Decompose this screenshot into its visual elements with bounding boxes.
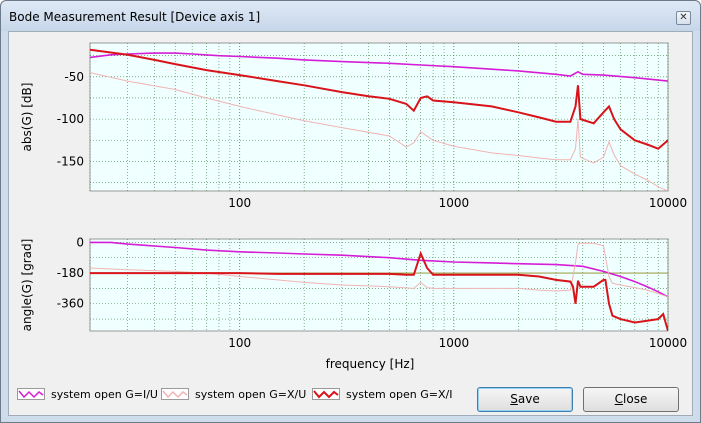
x-tick-label: 1000 xyxy=(439,336,470,350)
window-close-button[interactable]: ✕ xyxy=(676,11,691,25)
phase-y-axis-label: angle(G) [grad] xyxy=(20,239,34,332)
legend-swatch-icon xyxy=(161,388,189,400)
magnitude-y-axis-label: abs(G) [dB] xyxy=(20,83,34,152)
save-label-rest: ave xyxy=(517,392,540,406)
magnitude-plot: -50 -100 -150 100 1000 10000 abs(G) [dB] xyxy=(20,42,687,210)
save-accelerator: S xyxy=(510,392,518,406)
phase-x-ticks: 100 1000 10000 xyxy=(228,336,687,350)
close-label-rest: lose xyxy=(623,392,648,406)
phase-plot-area xyxy=(89,238,669,332)
magnitude-x-ticks: 100 1000 10000 xyxy=(228,196,687,210)
legend-swatch-icon xyxy=(312,388,340,400)
legend-label: system open G=X/I xyxy=(346,388,453,401)
legend-swatch-icon xyxy=(17,388,45,400)
bode-plots: -50 -100 -150 100 1000 10000 abs(G) [dB]… xyxy=(20,42,687,371)
y-tick-label: 0 xyxy=(76,235,84,249)
x-tick-label: 100 xyxy=(228,196,251,210)
x-tick-label: 10000 xyxy=(649,196,687,210)
x-tick-label: 1000 xyxy=(439,196,470,210)
title-bar[interactable]: Bode Measurement Result [Device axis 1] … xyxy=(1,1,700,31)
legend-label: system open G=X/U xyxy=(195,388,307,401)
phase-y-ticks: 0 -180 -360 xyxy=(57,235,84,310)
close-accelerator: C xyxy=(614,392,624,406)
legend-label: system open G=I/U xyxy=(51,388,158,401)
phase-plot: 0 -180 -360 100 1000 10000 angle(G) [gra… xyxy=(20,235,687,371)
bode-result-window: Bode Measurement Result [Device axis 1] … xyxy=(0,0,701,423)
y-tick-label: -360 xyxy=(57,297,84,311)
y-tick-label: -180 xyxy=(57,266,84,280)
save-button[interactable]: Save xyxy=(477,387,573,412)
frequency-axis-label: frequency [Hz] xyxy=(326,357,415,371)
x-tick-label: 100 xyxy=(228,336,251,350)
legend: system open G=I/U system open G=X/U syst… xyxy=(9,372,694,417)
close-button[interactable]: Close xyxy=(583,387,679,412)
y-tick-label: -100 xyxy=(57,112,84,126)
y-tick-label: -150 xyxy=(57,154,84,168)
window-title: Bode Measurement Result [Device axis 1] xyxy=(9,10,261,24)
x-tick-label: 10000 xyxy=(649,336,687,350)
dialog-client-area: -50 -100 -150 100 1000 10000 abs(G) [dB]… xyxy=(8,31,693,416)
close-icon: ✕ xyxy=(679,12,688,23)
magnitude-y-ticks: -50 -100 -150 xyxy=(57,70,84,169)
y-tick-label: -50 xyxy=(64,70,84,84)
